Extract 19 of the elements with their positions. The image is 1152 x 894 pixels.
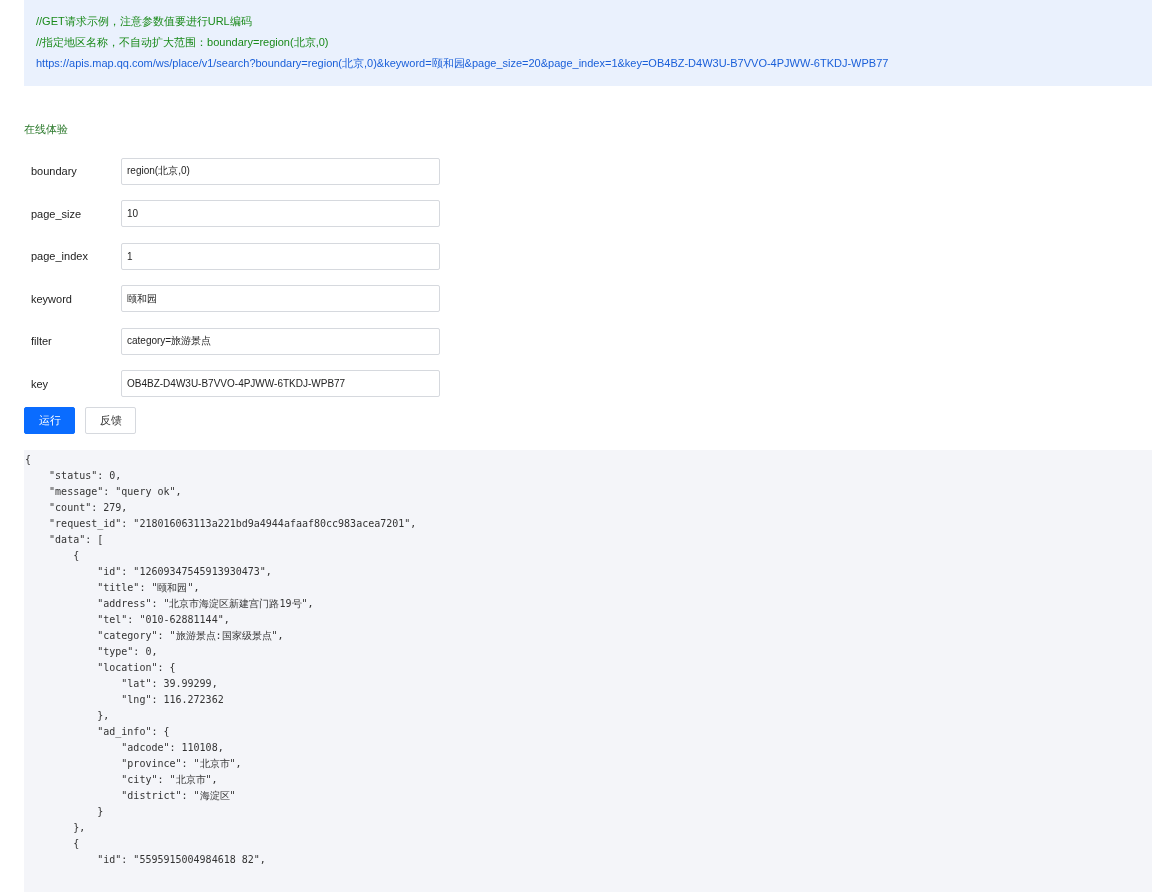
input-field[interactable]: category=旅游景点 [121,327,440,355]
field-label: page_index [30,250,89,263]
section-title: 在线体验 [24,122,69,136]
input-field[interactable]: 颐和园 [121,285,440,313]
field-label: filter [30,335,53,348]
input-field[interactable]: 10 [121,200,440,228]
field-label: page_size [30,207,83,220]
action-button[interactable]: 反馈 [85,407,136,434]
input-field[interactable]: 1 [121,242,440,270]
response-code-block: { "status": 0, "message": "query ok", "count": 279, "request_id": "218016063113a221bd9a4944afaaf80cc983acea7201", "data": [ { "id": "12609347545913930473", "title": "颐和园", "address": "北京市海淀区新建宫门路19号", "tel": "010-62881144", "category": "旅游景点:国家级景点", "type": 0, "location": { "lat": 39.99299, "lng": 116.272362 }, "ad_info": { "adcode": 110108, "province": "北京市", "city": "北京市", "district": "海淀区" } }, { "id": "5595915004984618 82", [24,450,1152,892]
action-button[interactable]: 运行 [24,407,75,434]
input-field[interactable]: OB4BZ-D4W3U-B7VVO-4PJWW-6TKDJ-WPB77 [121,370,440,398]
input-field[interactable]: region(北京,0) [121,157,440,185]
code-comment: //GET请求示例，注意参数值要进行URL编码 [36,14,253,29]
code-comment: //指定地区名称，不自动扩大范围：boundary=region(北京,0) [36,35,330,50]
field-label: key [30,377,50,390]
request-url-link[interactable]: https://apis.map.qq.com/ws/place/v1/search?boundary=region(北京,0)&keyword=颐和园&page_size=20&page_index=1&key=OB4BZ-D4W3U-B7VVO-4PJWW-6TKDJ-WPB77 [36,54,889,72]
field-label: keyword [30,292,73,305]
field-label: boundary [30,165,78,178]
